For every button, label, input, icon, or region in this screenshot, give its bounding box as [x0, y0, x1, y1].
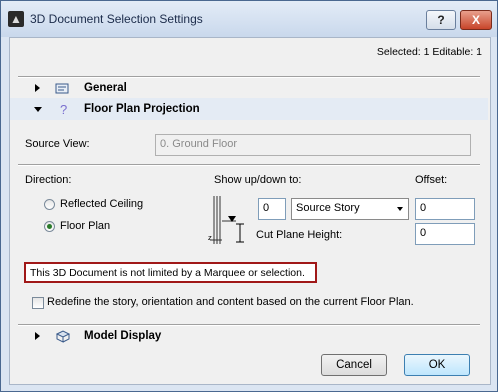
section-model-display-header[interactable]: Model Display: [10, 328, 488, 344]
chevron-down-icon: [397, 207, 403, 211]
story-select[interactable]: Source Story: [291, 198, 409, 220]
app-icon: ▲: [8, 11, 24, 27]
divider: [18, 324, 480, 326]
title-bar: ▲ 3D Document Selection Settings ? X: [1, 1, 497, 37]
radio-reflected-ceiling[interactable]: Reflected Ceiling: [44, 198, 184, 212]
source-view-field: 0. Ground Floor: [155, 134, 471, 156]
cut-plane-height-label: Cut Plane Height:: [256, 229, 343, 241]
dialog-window: ▲ 3D Document Selection Settings ? X Sel…: [0, 0, 498, 392]
offset-input[interactable]: 0: [415, 198, 475, 220]
dialog-content: Selected: 1 Editable: 1 General ? Floor …: [9, 37, 491, 385]
section-model-display-label: Model Display: [84, 330, 162, 342]
divider: [18, 76, 480, 78]
section-general-label: General: [84, 82, 127, 94]
cancel-button[interactable]: Cancel: [321, 354, 387, 376]
help-button[interactable]: ?: [426, 10, 456, 30]
collapse-arrow-icon: [34, 107, 42, 112]
redefine-checkbox[interactable]: [32, 297, 44, 309]
svg-text:z: z: [208, 234, 212, 242]
show-up-down-input[interactable]: 0: [258, 198, 286, 220]
radio-label: Reflected Ceiling: [60, 198, 144, 210]
ok-button[interactable]: OK: [404, 354, 470, 376]
direction-label: Direction:: [25, 174, 72, 186]
selection-status: Selected: 1 Editable: 1: [376, 46, 482, 58]
redefine-checkbox-row[interactable]: Redefine the story, orientation and cont…: [32, 296, 482, 310]
divider: [18, 164, 480, 166]
expand-arrow-icon: [35, 332, 40, 340]
section-floor-plan-projection-header[interactable]: ? Floor Plan Projection: [10, 98, 488, 120]
radio-button[interactable]: [44, 199, 55, 210]
expand-arrow-icon: [35, 84, 40, 92]
cut-plane-height-input[interactable]: 0: [415, 223, 475, 245]
warning-message: This 3D Document is not limited by a Mar…: [24, 262, 317, 283]
section-floor-plan-projection-label: Floor Plan Projection: [84, 103, 200, 115]
cut-plane-diagram-icon: z: [208, 196, 244, 244]
radio-floor-plan[interactable]: Floor Plan: [44, 220, 184, 234]
show-up-down-label: Show up/down to:: [214, 174, 302, 186]
redefine-checkbox-label: Redefine the story, orientation and cont…: [47, 296, 414, 308]
floor-plan-projection-icon: ?: [60, 102, 68, 117]
close-button[interactable]: X: [460, 10, 492, 30]
radio-button-selected[interactable]: [44, 221, 55, 232]
model-display-icon: [55, 330, 71, 343]
radio-label: Floor Plan: [60, 220, 111, 232]
general-settings-icon: [55, 83, 69, 94]
source-view-label: Source View:: [25, 138, 90, 150]
offset-label: Offset:: [415, 174, 448, 186]
section-general-header[interactable]: General: [10, 80, 488, 96]
window-title: 3D Document Selection Settings: [30, 12, 203, 26]
story-select-value: Source Story: [296, 202, 360, 214]
